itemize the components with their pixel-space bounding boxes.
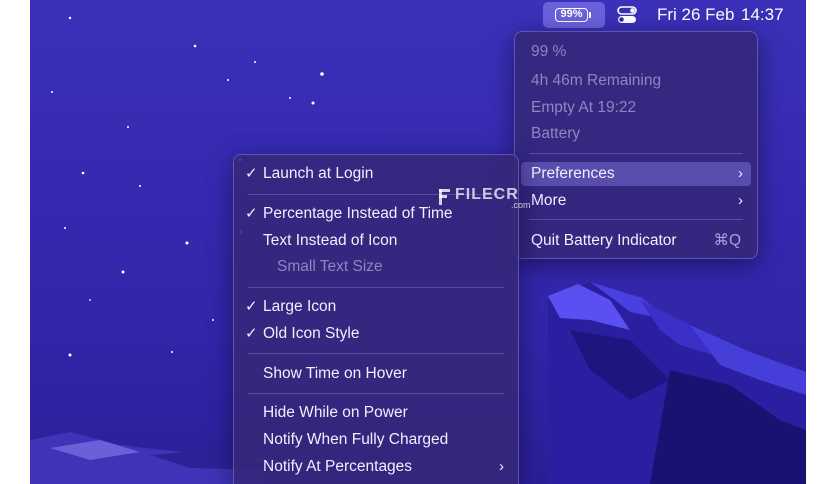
- battery-terminal: [589, 12, 591, 18]
- battery-label-info: Battery: [531, 125, 581, 142]
- menu-separator: [529, 219, 743, 220]
- menu-separator: [529, 153, 743, 154]
- battery-icon: 99%: [555, 8, 588, 22]
- menu-item-show-time-on-hover[interactable]: Show Time on Hover: [240, 362, 512, 386]
- menu-bar: 99% Fri 26 Feb 14:37: [30, 0, 806, 30]
- checkmark-icon: ✓: [245, 205, 258, 222]
- menubar-time[interactable]: 14:37: [741, 5, 784, 25]
- watermark: FILECR .com: [437, 186, 547, 212]
- battery-remaining-info: 4h 46m Remaining: [531, 72, 662, 89]
- menu-item-small-text-size: Small Text Size: [277, 258, 383, 275]
- battery-empty-at-info: Empty At 19:22: [531, 99, 637, 116]
- menu-item-notify-when-fully-charged[interactable]: Notify When Fully Charged: [240, 428, 512, 452]
- battery-percent-info: 99 %: [531, 43, 567, 60]
- menu-item-old-icon-style[interactable]: ✓ Old Icon Style: [240, 322, 512, 346]
- menu-item-preferences[interactable]: Preferences ›: [521, 162, 751, 186]
- checkmark-icon: ✓: [245, 165, 258, 182]
- chevron-right-icon: ›: [738, 165, 743, 182]
- watermark-logo-icon: [439, 189, 450, 205]
- menu-item-large-icon[interactable]: ✓ Large Icon: [240, 295, 512, 319]
- battery-status-item[interactable]: 99%: [543, 2, 605, 28]
- quit-shortcut: ⌘Q: [713, 232, 741, 249]
- checkmark-icon: ✓: [245, 325, 258, 342]
- control-center-icon[interactable]: [616, 5, 638, 25]
- menu-item-hide-while-on-power[interactable]: Hide While on Power: [240, 401, 512, 425]
- menu-item-notify-at-percentages[interactable]: Notify At Percentages ›: [240, 455, 512, 479]
- menu-item-launch-at-login[interactable]: ✓ Launch at Login: [240, 162, 512, 186]
- chevron-right-icon: ›: [499, 458, 504, 475]
- chevron-right-icon: ›: [738, 192, 743, 209]
- menu-item-text-instead-of-icon[interactable]: Text Instead of Icon: [240, 229, 512, 253]
- watermark-text: FILECR: [455, 186, 519, 203]
- menubar-date[interactable]: Fri 26 Feb: [657, 5, 734, 25]
- battery-dropdown-menu: 99 % 4h 46m Remaining Empty At 19:22 Bat…: [514, 31, 758, 259]
- watermark-suffix: .com: [511, 200, 531, 210]
- checkmark-icon: ✓: [245, 298, 258, 315]
- menu-item-more[interactable]: More ›: [521, 189, 751, 213]
- menu-item-quit[interactable]: Quit Battery Indicator ⌘Q: [521, 229, 751, 253]
- menu-separator: [248, 353, 504, 354]
- battery-percent-label: 99%: [560, 8, 583, 20]
- menu-separator: [248, 287, 504, 288]
- menu-separator: [248, 393, 504, 394]
